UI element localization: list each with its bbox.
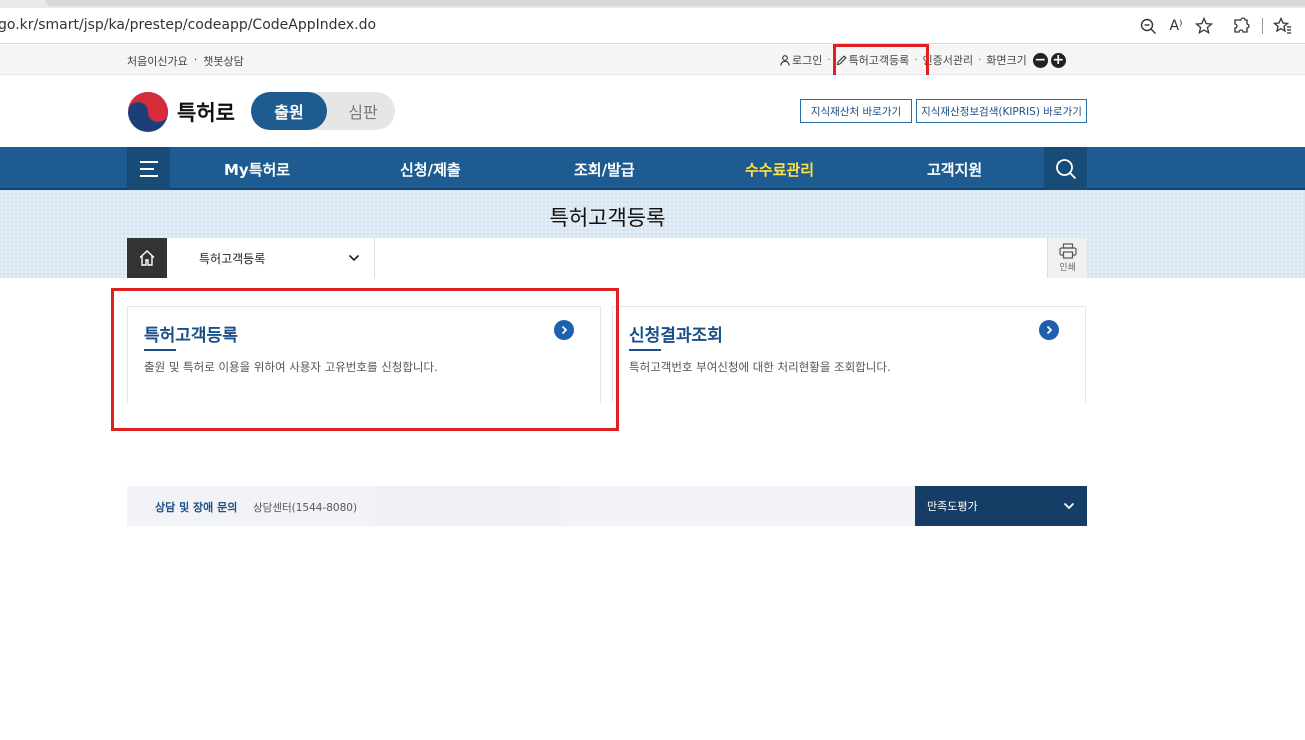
chevron-down-icon bbox=[348, 254, 360, 262]
consult-phone: 상담센터(1544-8080) bbox=[253, 502, 358, 514]
site-header: 특허로 출원 심판 지식재산처 바로가기 지식재산정보검색(KIPRIS) 바로… bbox=[0, 75, 1305, 147]
zoom-out-icon[interactable] bbox=[1138, 16, 1158, 36]
page-title: 특허고객등록 bbox=[549, 206, 666, 230]
main-navigation: My특허로 신청/제출 조회/발급 수수료관리 고객지원 bbox=[0, 147, 1305, 190]
home-button[interactable] bbox=[127, 238, 167, 278]
consult-label: 상담 및 장애 문의 bbox=[155, 501, 238, 514]
breadcrumb: 특허고객등록 인쇄 bbox=[127, 238, 1087, 278]
card-description: 특허고객번호 부여신청에 대한 처리현황을 조회합니다. bbox=[629, 360, 891, 374]
utility-dot: · bbox=[827, 54, 831, 66]
service-toggle[interactable]: 출원 심판 bbox=[251, 92, 395, 130]
card-title: 신청결과조회 bbox=[629, 326, 723, 346]
first-visit-link[interactable]: 처음이신가요 bbox=[127, 53, 188, 69]
url-text[interactable]: go.kr/smart/jsp/ka/prestep/codeapp/CodeA… bbox=[0, 17, 376, 33]
screen-size-label: 화면크기 bbox=[986, 54, 1027, 67]
zoom-in-button[interactable]: + bbox=[1050, 52, 1066, 68]
nav-inquiry-issue[interactable]: 조회/발급 bbox=[574, 159, 635, 180]
nav-my-patentro[interactable]: My특허로 bbox=[224, 159, 290, 180]
nav-customer-support[interactable]: 고객지원 bbox=[927, 159, 982, 180]
footer-bar: 상담 및 장애 문의 상담센터(1544-8080) 만족도평가 bbox=[127, 486, 1087, 526]
ip-office-link-button[interactable]: 지식재산처 바로가기 bbox=[800, 99, 912, 123]
nav-apply-submit[interactable]: 신청/제출 bbox=[400, 159, 461, 180]
favorites-icon[interactable] bbox=[1272, 16, 1292, 36]
breadcrumb-label: 특허고객등록 bbox=[199, 251, 266, 266]
chatbot-link[interactable]: 챗봇상담 bbox=[203, 53, 243, 69]
chevron-right-icon[interactable] bbox=[1039, 320, 1059, 340]
toolbar-separator bbox=[1262, 18, 1263, 34]
extensions-icon[interactable] bbox=[1231, 16, 1251, 36]
print-label: 인쇄 bbox=[1059, 263, 1076, 273]
read-aloud-icon[interactable]: A⁾ bbox=[1166, 16, 1186, 36]
card-application-result-inquiry[interactable]: 신청결과조회 특허고객번호 부여신청에 대한 처리현황을 조회합니다. bbox=[612, 306, 1086, 403]
address-bar[interactable]: go.kr/smart/jsp/ka/prestep/codeapp/CodeA… bbox=[0, 8, 1305, 44]
satisfaction-label: 만족도평가 bbox=[927, 500, 978, 513]
nav-fee-management[interactable]: 수수료관리 bbox=[745, 159, 814, 180]
utility-bar: 처음이신가요 · 챗봇상담 로그인 · 특허고객등록 · 인증서관리 · 화면크… bbox=[0, 45, 1305, 75]
browser-tab-strip bbox=[0, 0, 1305, 8]
login-label: 로그인 bbox=[792, 54, 823, 67]
card-title-underline bbox=[629, 349, 661, 351]
menu-hamburger-button[interactable] bbox=[127, 147, 170, 190]
favorite-star-icon[interactable] bbox=[1194, 16, 1214, 36]
taegeuk-logo-icon bbox=[127, 91, 169, 133]
zoom-out-button[interactable]: − bbox=[1032, 52, 1048, 68]
toggle-trial[interactable]: 심판 bbox=[331, 92, 395, 130]
highlight-box-registration-card bbox=[111, 288, 619, 431]
print-button[interactable]: 인쇄 bbox=[1047, 238, 1087, 278]
chevron-down-icon bbox=[1063, 502, 1075, 510]
logo-text: 특허로 bbox=[177, 101, 235, 125]
page-banner: 특허고객등록 특허고객등록 인쇄 bbox=[0, 190, 1305, 278]
search-icon bbox=[1055, 158, 1076, 179]
kipris-link-button[interactable]: 지식재산정보검색(KIPRIS) 바로가기 bbox=[916, 99, 1087, 123]
tab-strip-background bbox=[45, 0, 1305, 6]
breadcrumb-dropdown[interactable]: 특허고객등록 bbox=[167, 238, 375, 278]
printer-icon bbox=[1058, 243, 1077, 259]
toggle-application[interactable]: 출원 bbox=[251, 92, 327, 130]
utility-dot: · bbox=[193, 53, 198, 66]
site-logo[interactable]: 특허로 bbox=[127, 91, 235, 133]
footer-segment bbox=[375, 486, 561, 526]
utility-left: 처음이신가요 · 챗봇상담 bbox=[127, 53, 244, 69]
satisfaction-survey-dropdown[interactable]: 만족도평가 bbox=[915, 486, 1087, 526]
utility-dot: · bbox=[978, 54, 982, 66]
home-icon bbox=[139, 250, 155, 266]
user-icon bbox=[780, 54, 790, 66]
cert-link[interactable]: 인증서관리 bbox=[922, 52, 973, 68]
search-button[interactable] bbox=[1044, 147, 1087, 190]
login-link[interactable]: 로그인 bbox=[780, 52, 822, 68]
